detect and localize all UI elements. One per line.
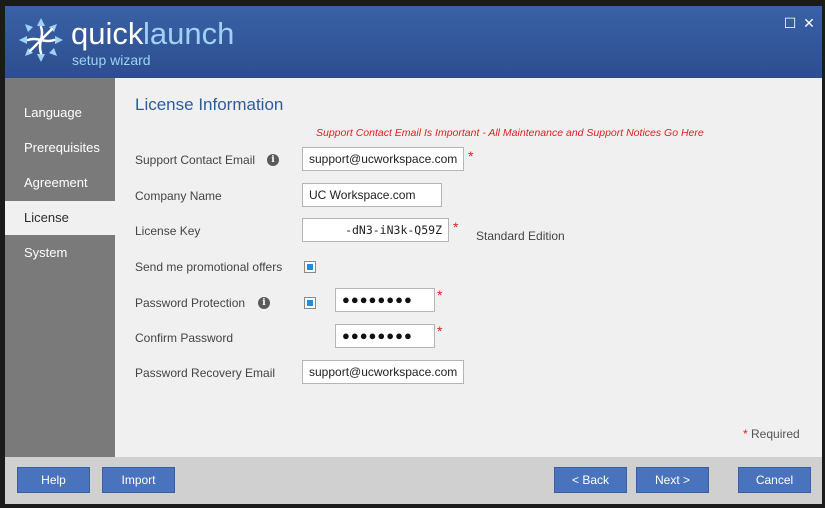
- password-protection-label: Password Protection: [135, 296, 246, 310]
- required-marker: *: [453, 219, 459, 235]
- next-button[interactable]: Next >: [636, 467, 709, 493]
- confirm-password-field[interactable]: ●●●●●●●●: [335, 324, 435, 348]
- support-email-field[interactable]: support@ucworkspace.com: [302, 147, 464, 171]
- wizard-steps-sidebar: Language Prerequisites Agreement License…: [5, 78, 115, 457]
- back-button[interactable]: < Back: [554, 467, 627, 493]
- required-legend: * Required: [743, 427, 800, 441]
- license-form-panel: License Information Support Contact Emai…: [115, 78, 822, 457]
- launch-logo-icon: [19, 18, 63, 62]
- import-button[interactable]: Import: [102, 467, 175, 493]
- app-subtitle: setup wizard: [72, 52, 151, 68]
- license-key-field[interactable]: -dN3-iN3k-Q59Z: [302, 218, 449, 242]
- sidebar-item-agreement[interactable]: Agreement: [5, 166, 115, 200]
- confirm-password-label: Confirm Password: [135, 331, 234, 345]
- setup-wizard-window: quick launch setup wizard ☐ ✕ Language P…: [5, 6, 822, 504]
- support-email-label: Support Contact Email: [135, 153, 256, 167]
- logo-word-launch: launch: [143, 16, 235, 51]
- sidebar-item-prerequisites[interactable]: Prerequisites: [5, 131, 115, 165]
- required-legend-text: Required: [751, 427, 800, 441]
- help-button[interactable]: Help: [17, 467, 90, 493]
- info-icon[interactable]: i: [258, 297, 270, 309]
- support-email-note: Support Contact Email Is Important - All…: [316, 127, 704, 139]
- edition-label: Standard Edition: [476, 229, 565, 243]
- password-protection-checkbox[interactable]: [304, 297, 316, 309]
- company-name-label: Company Name: [135, 189, 222, 203]
- logo-word-quick: quick: [71, 16, 144, 51]
- sidebar-item-system[interactable]: System: [5, 236, 115, 270]
- required-legend-star: *: [743, 427, 748, 441]
- license-key-label: License Key: [135, 224, 201, 238]
- password-field[interactable]: ●●●●●●●●: [335, 288, 435, 312]
- required-marker: *: [437, 287, 443, 303]
- header-banner: quick launch setup wizard ☐ ✕: [5, 6, 822, 78]
- recovery-email-field[interactable]: support@ucworkspace.com: [302, 360, 464, 384]
- cancel-button[interactable]: Cancel: [738, 467, 811, 493]
- close-icon[interactable]: ✕: [802, 16, 816, 30]
- maximize-icon[interactable]: ☐: [783, 16, 797, 30]
- sidebar-item-license[interactable]: License: [5, 201, 115, 235]
- promo-checkbox[interactable]: [304, 261, 316, 273]
- footer-bar: Help Import < Back Next > Cancel: [5, 457, 822, 504]
- company-name-field[interactable]: UC Workspace.com: [302, 183, 442, 207]
- sidebar-item-language[interactable]: Language: [5, 96, 115, 130]
- required-marker: *: [468, 148, 474, 164]
- page-title: License Information: [135, 95, 284, 114]
- recovery-email-label: Password Recovery Email: [135, 366, 276, 380]
- info-icon[interactable]: i: [267, 154, 279, 166]
- required-marker: *: [437, 323, 443, 339]
- promo-label: Send me promotional offers: [135, 260, 283, 274]
